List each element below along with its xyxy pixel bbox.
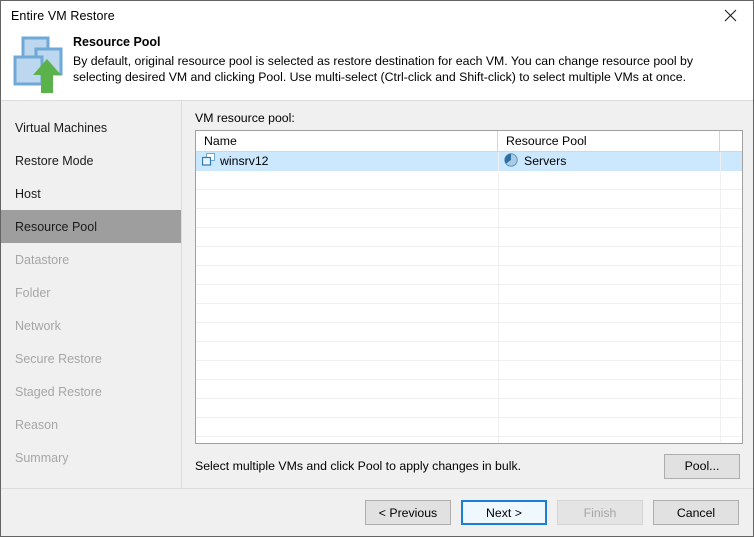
- sidebar-item-label: Resource Pool: [15, 219, 97, 234]
- sidebar-item-label: Datastore: [15, 252, 70, 267]
- sidebar-item-datastore[interactable]: Datastore: [1, 243, 181, 276]
- column-divider-1: [498, 152, 499, 443]
- cell-name: winsrv12: [196, 152, 498, 170]
- table-row[interactable]: [196, 380, 742, 399]
- close-icon[interactable]: [708, 1, 753, 30]
- page-description: By default, original resource pool is se…: [73, 54, 693, 84]
- column-header-name[interactable]: Name: [196, 131, 498, 151]
- sidebar-item-label: Summary: [15, 450, 69, 465]
- dialog-header: Resource Pool By default, original resou…: [1, 31, 753, 100]
- table-row[interactable]: [196, 171, 742, 190]
- table-row[interactable]: winsrv12 Servers: [196, 152, 742, 171]
- column-header-resource-pool[interactable]: Resource Pool: [498, 131, 720, 151]
- resource-pool-icon: [504, 152, 518, 170]
- sidebar-item-restore-mode[interactable]: Restore Mode: [1, 144, 181, 177]
- cell-resource-pool: Servers: [498, 152, 720, 170]
- sidebar-item-folder[interactable]: Folder: [1, 276, 181, 309]
- previous-button[interactable]: < Previous: [365, 500, 451, 525]
- table-row[interactable]: [196, 342, 742, 361]
- vm-resource-pool-table: Name Resource Pool winsrv12 Servers: [195, 130, 743, 444]
- next-button[interactable]: Next >: [461, 500, 547, 525]
- table-row[interactable]: [196, 228, 742, 247]
- sidebar-item-network[interactable]: Network: [1, 309, 181, 342]
- table-row[interactable]: [196, 304, 742, 323]
- finish-button: Finish: [557, 500, 643, 525]
- cancel-button[interactable]: Cancel: [653, 500, 739, 525]
- virtual-machine-icon: [201, 153, 216, 169]
- sidebar-item-virtual-machines[interactable]: Virtual Machines: [1, 111, 181, 144]
- sidebar-item-reason[interactable]: Reason: [1, 408, 181, 441]
- table-row[interactable]: [196, 285, 742, 304]
- sidebar-item-label: Folder: [15, 285, 51, 300]
- table-body: winsrv12 Servers: [196, 152, 742, 443]
- sidebar-item-label: Host: [15, 186, 41, 201]
- sidebar-item-summary[interactable]: Summary: [1, 441, 181, 474]
- vm-restore-icon: [9, 35, 71, 95]
- sidebar-item-label: Staged Restore: [15, 384, 102, 399]
- bulk-edit-hint: Select multiple VMs and click Pool to ap…: [195, 459, 522, 473]
- sidebar-item-resource-pool[interactable]: Resource Pool: [1, 210, 181, 243]
- sidebar-item-host[interactable]: Host: [1, 177, 181, 210]
- table-row[interactable]: [196, 399, 742, 418]
- table-row[interactable]: [196, 361, 742, 380]
- dialog-footer: < Previous Next > Finish Cancel: [1, 488, 753, 536]
- column-divider-2: [720, 152, 721, 443]
- content-panel: VM resource pool: Name Resource Pool win…: [182, 101, 753, 488]
- table-row[interactable]: [196, 323, 742, 342]
- resource-pool-text: Servers: [524, 154, 567, 168]
- dialog-window: Entire VM Restore Resource Pool By defau…: [0, 0, 754, 537]
- vm-name-text: winsrv12: [220, 154, 269, 168]
- table-row[interactable]: [196, 247, 742, 266]
- table-row[interactable]: [196, 418, 742, 437]
- table-header-row: Name Resource Pool: [196, 131, 742, 152]
- pool-button[interactable]: Pool...: [664, 453, 740, 479]
- list-label: VM resource pool:: [195, 111, 295, 125]
- table-row[interactable]: [196, 266, 742, 285]
- sidebar-item-label: Network: [15, 318, 61, 333]
- wizard-step-list: Virtual Machines Restore Mode Host Resou…: [1, 101, 182, 488]
- cell-extra: [720, 152, 742, 170]
- dialog-body: Virtual Machines Restore Mode Host Resou…: [1, 100, 753, 488]
- sidebar-item-secure-restore[interactable]: Secure Restore: [1, 342, 181, 375]
- title-bar: Entire VM Restore: [1, 1, 753, 31]
- header-text-block: Resource Pool By default, original resou…: [71, 35, 753, 85]
- sidebar-item-label: Secure Restore: [15, 351, 102, 366]
- column-header-extra[interactable]: [720, 131, 742, 151]
- table-row[interactable]: [196, 190, 742, 209]
- sidebar-item-label: Virtual Machines: [15, 120, 108, 135]
- sidebar-item-label: Reason: [15, 417, 59, 432]
- table-row[interactable]: [196, 209, 742, 228]
- window-title: Entire VM Restore: [11, 9, 115, 23]
- sidebar-item-staged-restore[interactable]: Staged Restore: [1, 375, 181, 408]
- hint-row: Select multiple VMs and click Pool to ap…: [195, 444, 743, 488]
- sidebar-item-label: Restore Mode: [15, 153, 94, 168]
- page-title: Resource Pool: [73, 35, 161, 49]
